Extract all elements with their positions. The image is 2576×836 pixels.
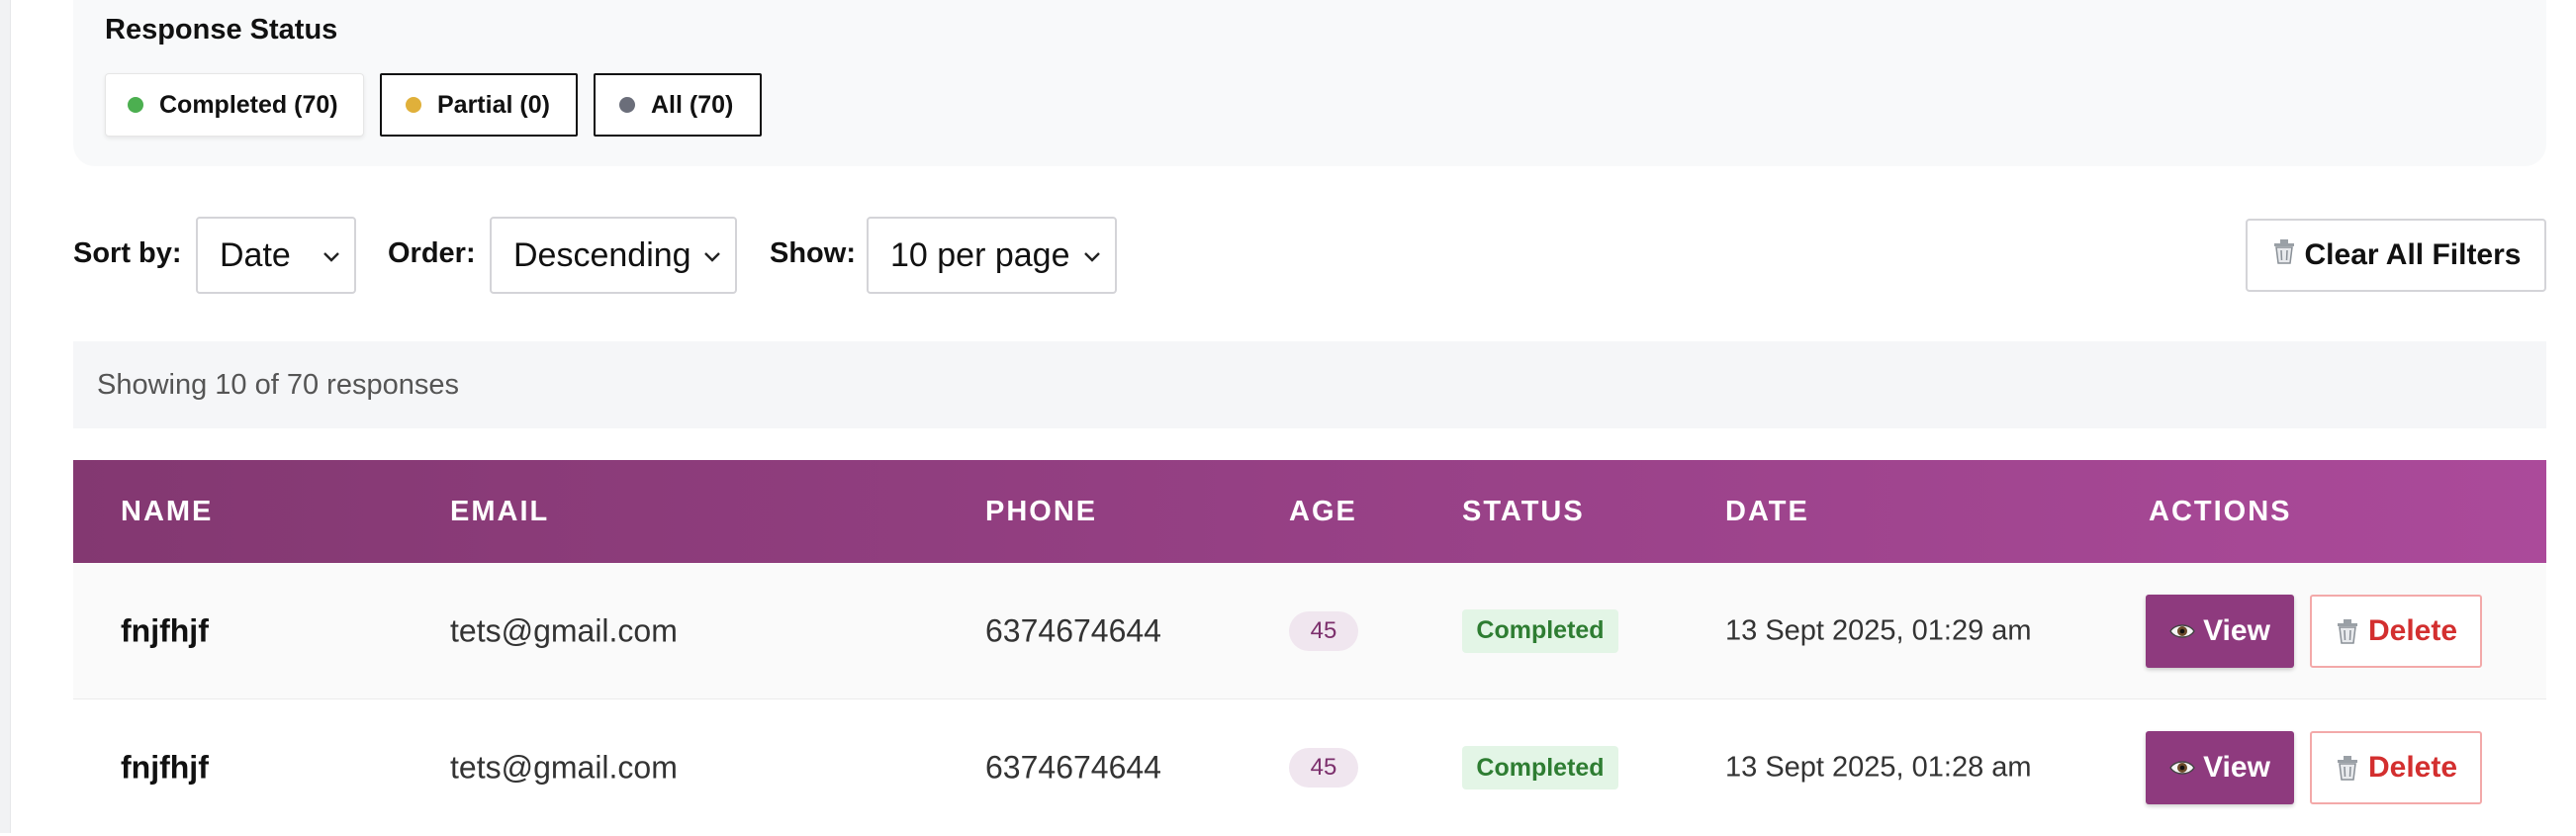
results-summary: Showing 10 of 70 responses (73, 341, 2546, 428)
clear-all-filters-button[interactable]: Clear All Filters (2246, 219, 2546, 292)
age-badge: 45 (1289, 610, 1358, 651)
delete-label: Delete (2367, 751, 2458, 784)
column-header-age[interactable]: AGE (1289, 496, 1357, 528)
trash-icon (2335, 754, 2360, 782)
column-header-status[interactable]: STATUS (1462, 496, 1585, 528)
completed-dot-icon (128, 97, 143, 113)
eye-icon (2169, 622, 2195, 640)
sort-by-select[interactable]: Date (196, 217, 356, 294)
eye-icon (2169, 759, 2195, 777)
column-header-email[interactable]: EMAIL (450, 496, 549, 528)
order-label: Order: (388, 237, 476, 269)
age-badge: 45 (1289, 748, 1358, 788)
view-button[interactable]: View (2146, 731, 2294, 804)
delete-label: Delete (2367, 614, 2458, 647)
column-header-name[interactable]: NAME (121, 496, 213, 528)
cell-email: tets@gmail.com (450, 612, 678, 648)
cell-date: 13 Sept 2025, 01:28 am (1725, 751, 2032, 784)
view-label: View (2203, 614, 2270, 647)
table-row[interactable]: fnjfhjf tets@gmail.com 6374674644 45 Com… (73, 563, 2546, 699)
sort-by-value: Date (220, 235, 291, 274)
chevron-down-icon (323, 252, 339, 262)
partial-dot-icon (406, 97, 421, 113)
table-header: NAME EMAIL PHONE AGE STATUS DATE ACTIONS (73, 460, 2546, 563)
trash-icon (2335, 617, 2360, 645)
cell-email: tets@gmail.com (450, 749, 678, 786)
status-chip-label: All (70) (651, 90, 734, 119)
trash-icon (2271, 237, 2297, 273)
sort-by-label: Sort by: (73, 237, 182, 269)
view-button[interactable]: View (2146, 595, 2294, 668)
column-header-actions: ACTIONS (2149, 496, 2292, 527)
per-page-value: 10 per page (890, 235, 1070, 274)
status-badge: Completed (1462, 746, 1618, 790)
per-page-select[interactable]: 10 per page (867, 217, 1117, 294)
status-chip-partial[interactable]: Partial (0) (380, 73, 578, 137)
table-row[interactable]: fnjfhjf tets@gmail.com 6374674644 45 Com… (73, 699, 2546, 836)
chevron-down-icon (1084, 252, 1100, 262)
response-status-title: Response Status (105, 14, 338, 46)
column-header-date[interactable]: DATE (1725, 496, 1809, 528)
show-label: Show: (770, 237, 856, 269)
status-chip-all[interactable]: All (70) (594, 73, 762, 137)
status-chip-label: Completed (70) (159, 90, 338, 119)
view-label: View (2203, 751, 2270, 784)
status-chip-label: Partial (0) (437, 90, 550, 119)
cell-phone: 6374674644 (985, 612, 1161, 648)
order-select[interactable]: Descending (490, 217, 737, 294)
cell-name: fnjfhjf (121, 612, 209, 648)
cell-name: fnjfhjf (121, 749, 209, 786)
all-dot-icon (619, 97, 635, 113)
column-header-phone[interactable]: PHONE (985, 496, 1097, 528)
clear-all-filters-label: Clear All Filters (2304, 238, 2522, 271)
chevron-down-icon (704, 252, 720, 262)
cell-date: 13 Sept 2025, 01:29 am (1725, 614, 2032, 646)
delete-button[interactable]: Delete (2310, 731, 2482, 804)
status-badge: Completed (1462, 608, 1618, 653)
delete-button[interactable]: Delete (2310, 595, 2482, 668)
left-rail (0, 0, 11, 833)
cell-phone: 6374674644 (985, 749, 1161, 786)
order-value: Descending (513, 235, 691, 274)
status-chip-completed[interactable]: Completed (70) (105, 73, 364, 137)
